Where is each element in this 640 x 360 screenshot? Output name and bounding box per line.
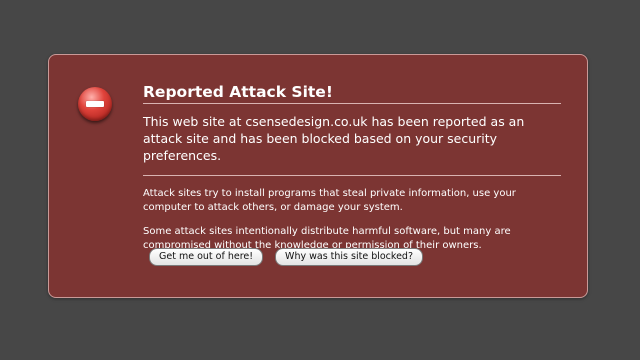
button-row: Get me out of here! Why was this site bl… (149, 248, 423, 266)
warning-content: Reported Attack Site! This web site at c… (143, 82, 561, 253)
stop-icon-bar (86, 101, 104, 107)
get-me-out-button[interactable]: Get me out of here! (149, 248, 264, 266)
warning-lead: This web site at csensedesign.co.uk has … (143, 114, 525, 163)
attack-warning-panel: Reported Attack Site! This web site at c… (48, 54, 588, 298)
stop-icon (78, 87, 112, 121)
warning-paragraph-1: Attack sites try to install programs tha… (143, 188, 516, 213)
why-blocked-button[interactable]: Why was this site blocked? (275, 248, 423, 266)
title-divider (143, 103, 561, 104)
warning-title: Reported Attack Site! (143, 83, 333, 101)
lead-divider (143, 175, 561, 176)
page: { "alert": { "icon": "stop-icon", "title… (0, 0, 640, 360)
